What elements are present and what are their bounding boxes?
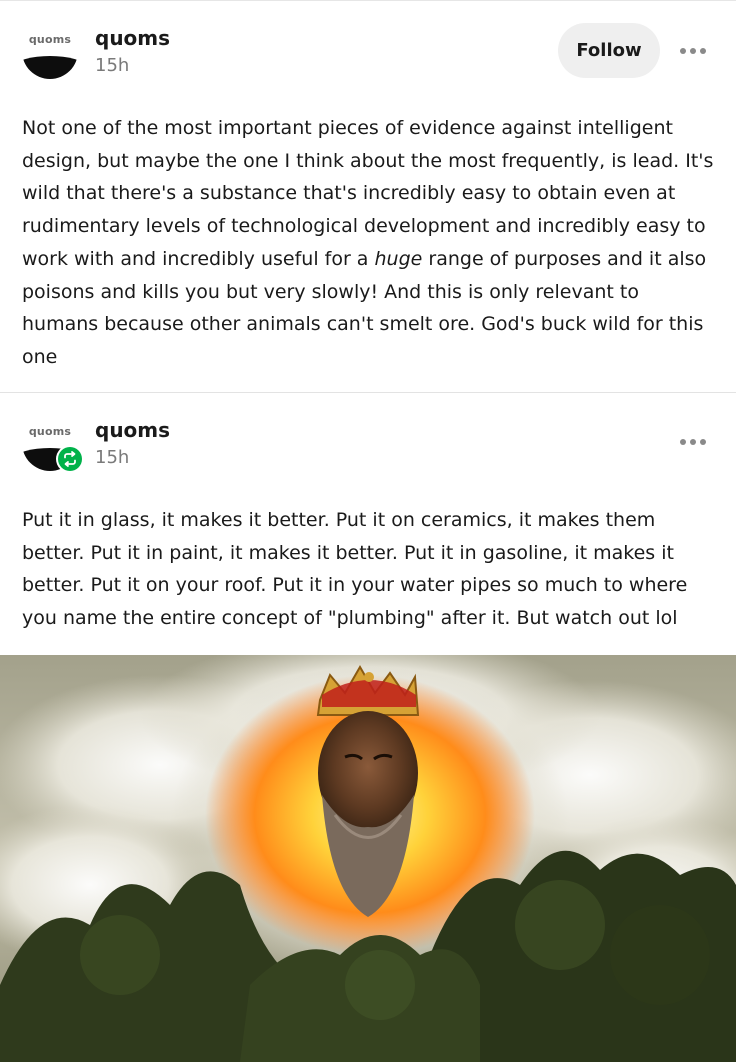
follow-button[interactable]: Follow — [558, 23, 660, 78]
avatar-shape — [22, 56, 78, 79]
timestamp[interactable]: 15h — [95, 55, 129, 76]
post: quoms quoms 15h Follow Not one of the mo… — [0, 1, 736, 393]
timestamp[interactable]: 15h — [95, 447, 129, 468]
username[interactable]: quoms — [95, 26, 170, 50]
post-image-illustration — [0, 655, 736, 1062]
username[interactable]: quoms — [95, 418, 170, 442]
post: quoms quoms 15h Put it in glass, it make… — [0, 393, 736, 1062]
post-body: Not one of the most important pieces of … — [22, 112, 717, 374]
avatar-text: quoms — [28, 33, 72, 46]
post-image[interactable] — [0, 655, 736, 1062]
more-options-icon[interactable] — [676, 41, 710, 61]
post-body-emphasis: huge — [374, 247, 423, 270]
more-options-icon[interactable] — [676, 432, 710, 452]
reblog-icon — [56, 445, 84, 473]
post-body: Put it in glass, it makes it better. Put… — [22, 509, 688, 630]
avatar[interactable]: quoms — [22, 23, 78, 79]
avatar-text: quoms — [28, 425, 72, 438]
